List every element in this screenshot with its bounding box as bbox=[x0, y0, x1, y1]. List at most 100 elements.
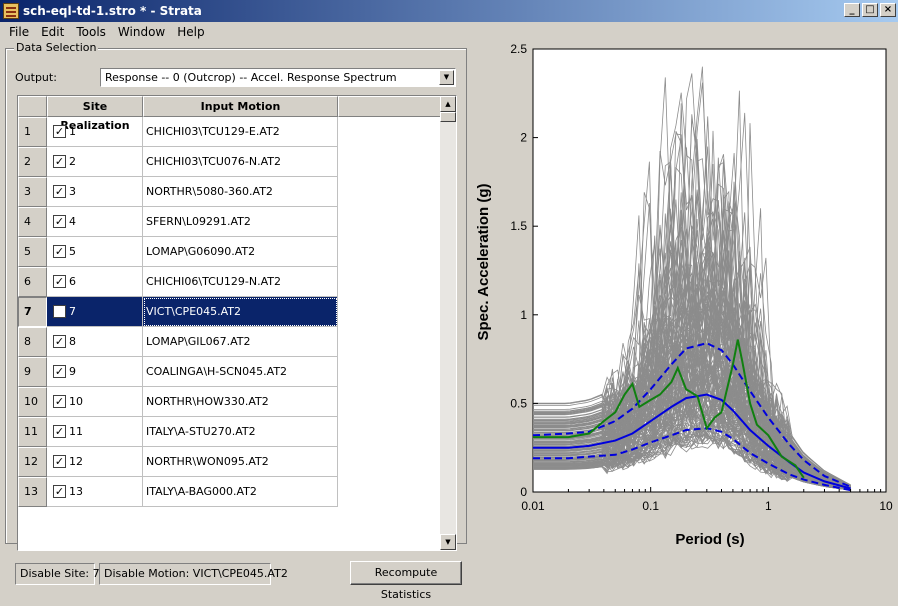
row-number[interactable]: 9 bbox=[18, 357, 47, 387]
input-motion-cell[interactable]: NORTHR\HOW330.AT2 bbox=[143, 387, 338, 417]
disable-motion-label: Disable Motion: VICT\CPE045.AT2 bbox=[99, 563, 288, 585]
site-number: 5 bbox=[69, 245, 76, 258]
motion-table: Site Realization Input Motion 1 ✓ 1 CHICHI0… bbox=[17, 95, 457, 551]
maximize-button[interactable]: □ bbox=[862, 3, 878, 17]
input-motion-cell[interactable]: VICT\CPE045.AT2 bbox=[143, 297, 338, 327]
row-number[interactable]: 4 bbox=[18, 207, 47, 237]
table-row[interactable]: 7 ✓ 7 VICT\CPE045.AT2 bbox=[18, 297, 442, 327]
input-motion-cell[interactable]: COALINGA\H-SCN045.AT2 bbox=[143, 357, 338, 387]
close-button[interactable]: × bbox=[880, 3, 896, 17]
table-row[interactable]: 5 ✓ 5 LOMAP\G06090.AT2 bbox=[18, 237, 442, 267]
site-realization-cell[interactable]: ✓ 11 bbox=[47, 417, 143, 447]
y-tick-label: 1.5 bbox=[510, 219, 527, 233]
checkbox-icon[interactable]: ✓ bbox=[53, 365, 66, 378]
checkbox-icon[interactable]: ✓ bbox=[53, 455, 66, 468]
row-number[interactable]: 11 bbox=[18, 417, 47, 447]
table-row[interactable]: 9 ✓ 9 COALINGA\H-SCN045.AT2 bbox=[18, 357, 442, 387]
checkbox-icon[interactable]: ✓ bbox=[53, 155, 66, 168]
menu-file[interactable]: File bbox=[3, 25, 35, 39]
input-motion-cell[interactable]: CHICHI03\TCU129-E.AT2 bbox=[143, 117, 338, 147]
checkbox-icon[interactable]: ✓ bbox=[53, 125, 66, 138]
app-icon[interactable] bbox=[3, 3, 19, 19]
column-header-motion[interactable]: Input Motion bbox=[143, 96, 338, 117]
table-row[interactable]: 10 ✓ 10 NORTHR\HOW330.AT2 bbox=[18, 387, 442, 417]
input-motion-cell[interactable]: NORTHR\WON095.AT2 bbox=[143, 447, 338, 477]
checkbox-icon[interactable]: ✓ bbox=[53, 335, 66, 348]
table-row[interactable]: 4 ✓ 4 SFERN\L09291.AT2 bbox=[18, 207, 442, 237]
input-motion-cell[interactable]: NORTHR\5080-360.AT2 bbox=[143, 177, 338, 207]
table-row[interactable]: 13 ✓ 13 ITALY\A-BAG000.AT2 bbox=[18, 477, 442, 507]
minimize-button[interactable]: _ bbox=[844, 3, 860, 17]
scroll-down-icon[interactable]: ▼ bbox=[440, 534, 456, 550]
input-motion-cell[interactable]: SFERN\L09291.AT2 bbox=[143, 207, 338, 237]
menu-help[interactable]: Help bbox=[171, 25, 210, 39]
site-number: 11 bbox=[69, 425, 83, 438]
site-realization-cell[interactable]: ✓ 4 bbox=[47, 207, 143, 237]
chevron-down-icon[interactable]: ▼ bbox=[439, 70, 454, 85]
table-row[interactable]: 1 ✓ 1 CHICHI03\TCU129-E.AT2 bbox=[18, 117, 442, 147]
site-realization-cell[interactable]: ✓ 10 bbox=[47, 387, 143, 417]
input-motion-cell[interactable]: CHICHI03\TCU076-N.AT2 bbox=[143, 147, 338, 177]
menu-tools[interactable]: Tools bbox=[70, 25, 112, 39]
checkbox-icon[interactable]: ✓ bbox=[53, 215, 66, 228]
input-motion-cell[interactable]: LOMAP\GIL067.AT2 bbox=[143, 327, 338, 357]
site-realization-cell[interactable]: ✓ 9 bbox=[47, 357, 143, 387]
site-realization-cell[interactable]: ✓ 6 bbox=[47, 267, 143, 297]
site-realization-cell[interactable]: ✓ 5 bbox=[47, 237, 143, 267]
output-select[interactable]: Response -- 0 (Outcrop) -- Accel. Respon… bbox=[100, 68, 456, 87]
checkbox-icon[interactable]: ✓ bbox=[53, 485, 66, 498]
table-row[interactable]: 8 ✓ 8 LOMAP\GIL067.AT2 bbox=[18, 327, 442, 357]
checkbox-icon[interactable]: ✓ bbox=[53, 425, 66, 438]
y-axis-label: Spec. Acceleration (g) bbox=[475, 184, 492, 341]
row-number[interactable]: 12 bbox=[18, 447, 47, 477]
site-realization-cell[interactable]: ✓ 3 bbox=[47, 177, 143, 207]
row-number[interactable]: 6 bbox=[18, 267, 47, 297]
data-selection-group: Data Selection Output: Response -- 0 (Ou… bbox=[5, 41, 467, 601]
site-realization-cell[interactable]: ✓ 12 bbox=[47, 447, 143, 477]
x-tick-label: 10 bbox=[879, 499, 893, 513]
checkbox-icon[interactable]: ✓ bbox=[53, 275, 66, 288]
group-title: Data Selection bbox=[14, 41, 99, 54]
input-motion-cell[interactable]: LOMAP\G06090.AT2 bbox=[143, 237, 338, 267]
menu-edit[interactable]: Edit bbox=[35, 25, 70, 39]
table-row[interactable]: 12 ✓ 12 NORTHR\WON095.AT2 bbox=[18, 447, 442, 477]
site-realization-cell[interactable]: ✓ 2 bbox=[47, 147, 143, 177]
table-row[interactable]: 6 ✓ 6 CHICHI06\TCU129-N.AT2 bbox=[18, 267, 442, 297]
y-tick-label: 0 bbox=[520, 485, 527, 499]
checkbox-icon[interactable]: ✓ bbox=[53, 185, 66, 198]
row-number[interactable]: 13 bbox=[18, 477, 47, 507]
site-number: 4 bbox=[69, 215, 76, 228]
site-number: 8 bbox=[69, 335, 76, 348]
checkbox-icon[interactable]: ✓ bbox=[53, 395, 66, 408]
table-scrollbar[interactable]: ▲ ▼ bbox=[440, 96, 456, 550]
window-title: sch-eql-td-1.stro * - Strata bbox=[23, 4, 202, 18]
corner-header[interactable] bbox=[18, 96, 47, 117]
site-realization-cell[interactable]: ✓ 7 bbox=[47, 297, 143, 327]
table-row[interactable]: 2 ✓ 2 CHICHI03\TCU076-N.AT2 bbox=[18, 147, 442, 177]
site-realization-cell[interactable]: ✓ 1 bbox=[47, 117, 143, 147]
row-number[interactable]: 7 bbox=[18, 297, 47, 327]
table-row[interactable]: 11 ✓ 11 ITALY\A-STU270.AT2 bbox=[18, 417, 442, 447]
checkbox-icon[interactable]: ✓ bbox=[53, 305, 66, 318]
column-header-site[interactable]: Site Realization bbox=[47, 96, 143, 132]
site-realization-cell[interactable]: ✓ 8 bbox=[47, 327, 143, 357]
site-realization-cell[interactable]: ✓ 13 bbox=[47, 477, 143, 507]
input-motion-cell[interactable]: ITALY\A-STU270.AT2 bbox=[143, 417, 338, 447]
row-number[interactable]: 2 bbox=[18, 147, 47, 177]
input-motion-cell[interactable]: ITALY\A-BAG000.AT2 bbox=[143, 477, 338, 507]
site-number: 1 bbox=[69, 125, 76, 138]
row-number[interactable]: 5 bbox=[18, 237, 47, 267]
table-row[interactable]: 3 ✓ 3 NORTHR\5080-360.AT2 bbox=[18, 177, 442, 207]
recompute-statistics-button[interactable]: Recompute Statistics bbox=[350, 561, 462, 601]
y-tick-label: 2 bbox=[520, 131, 527, 145]
row-number[interactable]: 8 bbox=[18, 327, 47, 357]
row-number[interactable]: 3 bbox=[18, 177, 47, 207]
menu-window[interactable]: Window bbox=[112, 25, 171, 39]
scroll-up-icon[interactable]: ▲ bbox=[440, 96, 456, 112]
scroll-thumb[interactable] bbox=[440, 112, 456, 122]
input-motion-cell[interactable]: CHICHI06\TCU129-N.AT2 bbox=[143, 267, 338, 297]
row-number[interactable]: 1 bbox=[18, 117, 47, 147]
checkbox-icon[interactable]: ✓ bbox=[53, 245, 66, 258]
row-number[interactable]: 10 bbox=[18, 387, 47, 417]
y-tick-label: 0.5 bbox=[510, 396, 527, 410]
